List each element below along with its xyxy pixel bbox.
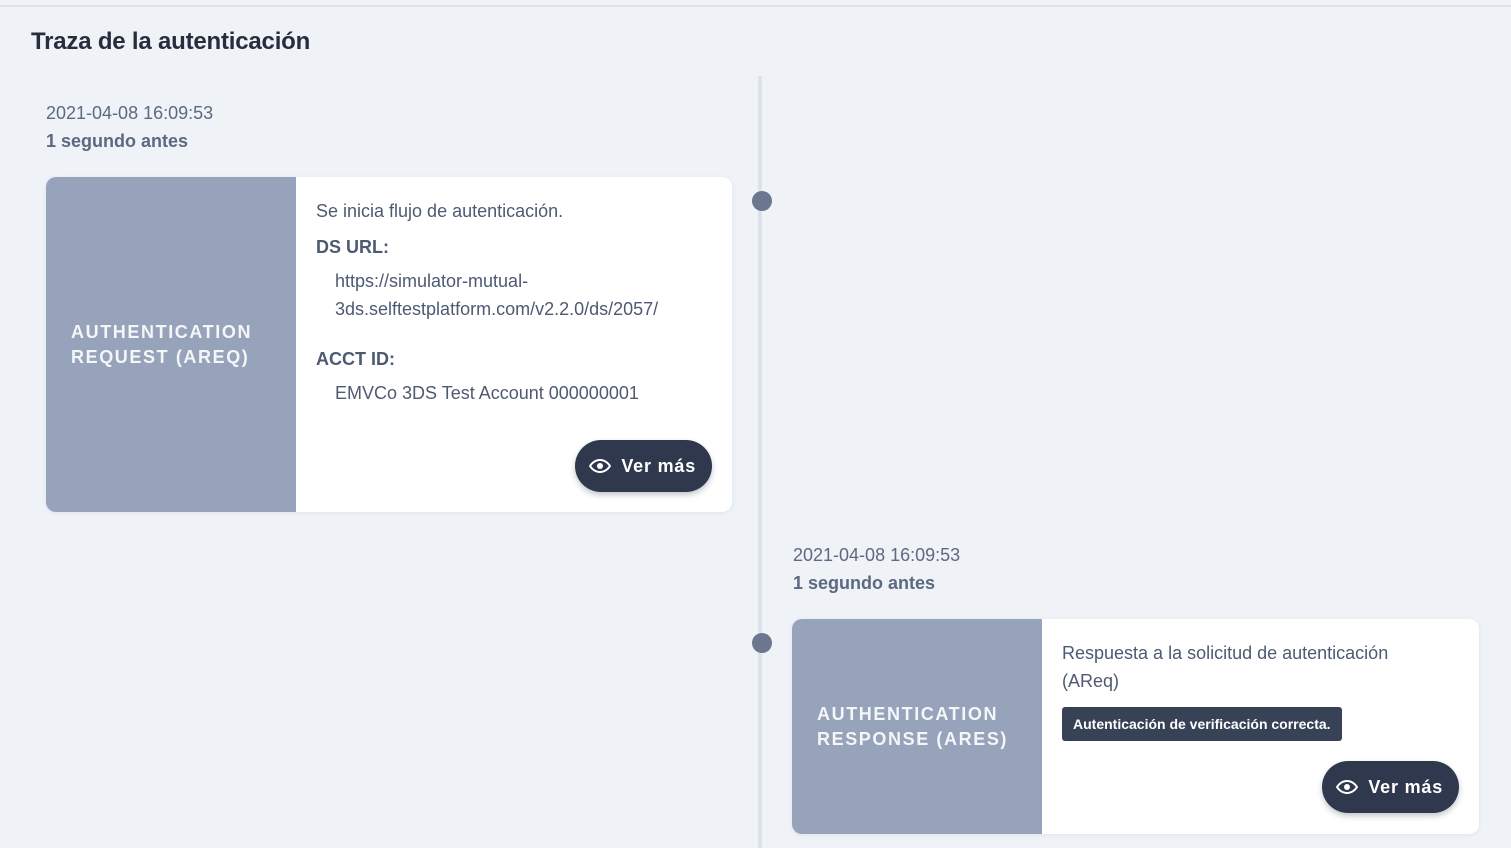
ds-url-value: https://simulator-mutual- 3ds.selftestpl… <box>316 267 712 323</box>
event-card-areq: AUTHENTICATION REQUEST (AREQ) Se inicia … <box>46 177 732 512</box>
event-meta: 2021-04-08 16:09:53 1 segundo antes <box>793 541 960 597</box>
event-type-panel: AUTHENTICATION REQUEST (AREQ) <box>46 177 296 512</box>
view-more-button[interactable]: Ver más <box>1322 761 1459 813</box>
view-more-label: Ver más <box>621 455 696 476</box>
event-type-line: AUTHENTICATION <box>71 321 253 342</box>
page-title: Traza de la autenticación <box>31 28 311 55</box>
top-divider <box>0 0 1511 7</box>
event-card-body: Se inicia flujo de autenticación. DS URL… <box>296 177 732 512</box>
event-type-label: AUTHENTICATION REQUEST (AREQ) <box>71 320 252 370</box>
event-description-line: (AReq) <box>1062 671 1120 691</box>
timeline-dot <box>752 191 772 211</box>
eye-icon <box>1336 780 1359 794</box>
ds-url-line: https://simulator-mutual- <box>335 271 529 291</box>
authentication-trace-page: Traza de la autenticación 2021-04-08 16:… <box>0 0 1511 848</box>
view-more-button[interactable]: Ver más <box>575 440 712 492</box>
event-card-body: Respuesta a la solicitud de autenticació… <box>1042 619 1479 834</box>
event-type-label: AUTHENTICATION RESPONSE (ARES) <box>817 702 1008 752</box>
view-more-label: Ver más <box>1368 776 1443 797</box>
acct-id-label: ACCT ID: <box>316 349 395 369</box>
event-datetime: 2021-04-08 16:09:53 <box>793 545 961 565</box>
event-card-ares: AUTHENTICATION RESPONSE (ARES) Respuesta… <box>792 619 1479 834</box>
event-meta: 2021-04-08 16:09:53 1 segundo antes <box>46 99 213 155</box>
event-datetime: 2021-04-08 16:09:53 <box>46 103 214 123</box>
event-relative-time: 1 segundo antes <box>793 573 936 593</box>
eye-icon <box>589 459 612 473</box>
event-type-line: RESPONSE (ARES) <box>817 728 1009 749</box>
event-description-line: Respuesta a la solicitud de autenticació… <box>1062 643 1389 663</box>
event-type-line: REQUEST (AREQ) <box>71 346 250 367</box>
event-description: Respuesta a la solicitud de autenticació… <box>1062 639 1459 695</box>
acct-id-value: EMVCo 3DS Test Account 000000001 <box>335 383 639 403</box>
ds-url-label: DS URL: <box>316 237 389 257</box>
event-type-line: AUTHENTICATION <box>817 703 999 724</box>
event-relative-time: 1 segundo antes <box>46 131 189 151</box>
status-badge: Autenticación de verificación correcta. <box>1062 707 1342 741</box>
ds-url-line: 3ds.selftestplatform.com/v2.2.0/ds/2057/ <box>335 299 659 319</box>
event-type-panel: AUTHENTICATION RESPONSE (ARES) <box>792 619 1042 834</box>
event-description: Se inicia flujo de autenticación. <box>316 201 564 221</box>
timeline-dot <box>752 633 772 653</box>
